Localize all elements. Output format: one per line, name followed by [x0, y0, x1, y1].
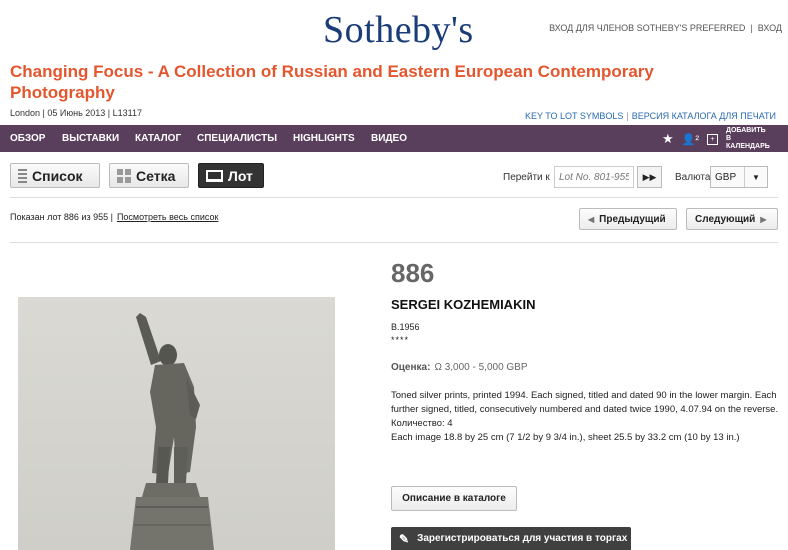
- chevron-right-icon: ▶: [760, 214, 767, 224]
- next-label: Следующий: [695, 213, 756, 225]
- lot-view-button[interactable]: Лот: [198, 163, 264, 188]
- estimate-value: Ω 3,000 - 5,000 GBP: [434, 362, 528, 373]
- goto-lot-input[interactable]: [554, 166, 634, 188]
- print-catalog-link[interactable]: ВЕРСИЯ КАТАЛОГА ДЛЯ ПЕЧАТИ: [632, 111, 776, 121]
- catalog-description-button[interactable]: Описание в каталоге: [391, 486, 517, 511]
- grid-icon: [117, 168, 131, 183]
- divider: [10, 197, 778, 198]
- catalog-links: KEY TO LOT SYMBOLS | ВЕРСИЯ КАТАЛОГА ДЛЯ П…: [525, 111, 776, 121]
- lot-stars: ****: [391, 335, 410, 345]
- lot-description: Toned silver prints, printed 1994. Each …: [391, 389, 781, 445]
- register-label: Зарегистрироваться для участия в торгах: [417, 533, 628, 544]
- lot-view-label: Лот: [228, 167, 253, 184]
- key-to-lot-symbols-link[interactable]: KEY TO LOT SYMBOLS: [525, 111, 623, 121]
- estimate-label: Оценка:: [391, 362, 431, 373]
- sothebys-logo[interactable]: Sotheby's: [323, 8, 474, 52]
- chevron-down-icon: ▼: [752, 172, 760, 182]
- nav-item-catalog[interactable]: КАТАЛОГ: [135, 133, 181, 144]
- goto-lot-button[interactable]: ▶▶: [637, 166, 662, 188]
- artist-name: SERGEI KOZHEMIAKIN: [391, 297, 536, 312]
- chevron-left-icon: ◀: [588, 214, 595, 224]
- calendar-icon[interactable]: +: [707, 133, 718, 145]
- lot-position-text: Показан лот 886 из 955 | Посмотреть весь …: [10, 212, 218, 222]
- lot-image[interactable]: [18, 297, 335, 550]
- gavel-icon: ✎: [399, 531, 410, 546]
- previous-lot-button[interactable]: ◀ Предыдущий: [579, 208, 677, 230]
- lot-dimensions: Each image 18.8 by 25 cm (7 1/2 by 9 3/4…: [391, 432, 740, 443]
- artist-birth-year: B.1956: [391, 322, 420, 332]
- divider: [10, 242, 778, 243]
- nav-item-overview[interactable]: ОБЗОР: [10, 133, 45, 144]
- goto-lot-label: Перейти к: [503, 172, 550, 183]
- nav-actions: ★ 👤² + ДОБАВИТЬ В КАЛЕНДАРЬ: [662, 127, 772, 151]
- preferred-login-link[interactable]: ВХОД ДЛЯ ЧЛЕНОВ SOTHEBY'S PREFERRED: [549, 23, 745, 33]
- register-to-bid-button[interactable]: ✎ Зарегистрироваться для участия в торга…: [391, 527, 631, 550]
- nav-item-specialists[interactable]: СПЕЦИАЛИСТЫ: [197, 133, 277, 144]
- list-view-button[interactable]: Список: [10, 163, 100, 188]
- lot-description-text: Toned silver prints, printed 1994. Each …: [391, 390, 779, 415]
- statue-photograph: [18, 297, 335, 550]
- nav-item-highlights[interactable]: HIGHLIGHTS: [293, 133, 355, 144]
- list-icon: [18, 168, 27, 183]
- currency-value: GBP: [711, 167, 745, 187]
- lot-number: 886: [391, 258, 435, 288]
- lot-quantity: Количество: 4: [391, 418, 453, 429]
- star-icon[interactable]: ★: [662, 131, 674, 147]
- nav-item-exhibitions[interactable]: ВЫСТАВКИ: [62, 133, 119, 144]
- view-full-list-link[interactable]: Посмотреть весь список: [117, 212, 218, 222]
- nav-item-video[interactable]: ВИДЕО: [371, 133, 407, 144]
- previous-label: Предыдущий: [599, 213, 666, 225]
- link-separator: |: [750, 23, 753, 33]
- login-link[interactable]: ВХОД: [758, 23, 782, 33]
- lot-estimate: Оценка: Ω 3,000 - 5,000 GBP: [391, 362, 528, 373]
- currency-label: Валюта: [675, 172, 711, 183]
- next-lot-button[interactable]: Следующий ▶: [686, 208, 778, 230]
- lot-view-icon: [206, 169, 223, 182]
- sale-meta: London | 05 Июнь 2013 | L13117: [10, 108, 142, 118]
- add-to-calendar-link[interactable]: ДОБАВИТЬ В КАЛЕНДАРЬ: [726, 127, 772, 151]
- list-view-label: Список: [32, 167, 83, 184]
- main-nav-bar: ОБЗОР ВЫСТАВКИ КАТАЛОГ СПЕЦИАЛИСТЫ HIGHL…: [0, 125, 788, 152]
- showing-lot-count: Показан лот 886 из 955: [10, 212, 109, 222]
- link-separator: |: [626, 111, 629, 121]
- pager-separator: |: [110, 212, 113, 222]
- sale-title: Changing Focus - A Collection of Russian…: [10, 62, 654, 102]
- currency-select[interactable]: GBP ▼: [710, 166, 768, 188]
- top-account-links: ВХОД ДЛЯ ЧЛЕНОВ SOTHEBY'S PREFERRED | ВХОД: [549, 23, 782, 33]
- grid-view-label: Сетка: [136, 167, 176, 184]
- grid-view-button[interactable]: Сетка: [109, 163, 189, 188]
- people-icon[interactable]: 👤²: [682, 133, 699, 146]
